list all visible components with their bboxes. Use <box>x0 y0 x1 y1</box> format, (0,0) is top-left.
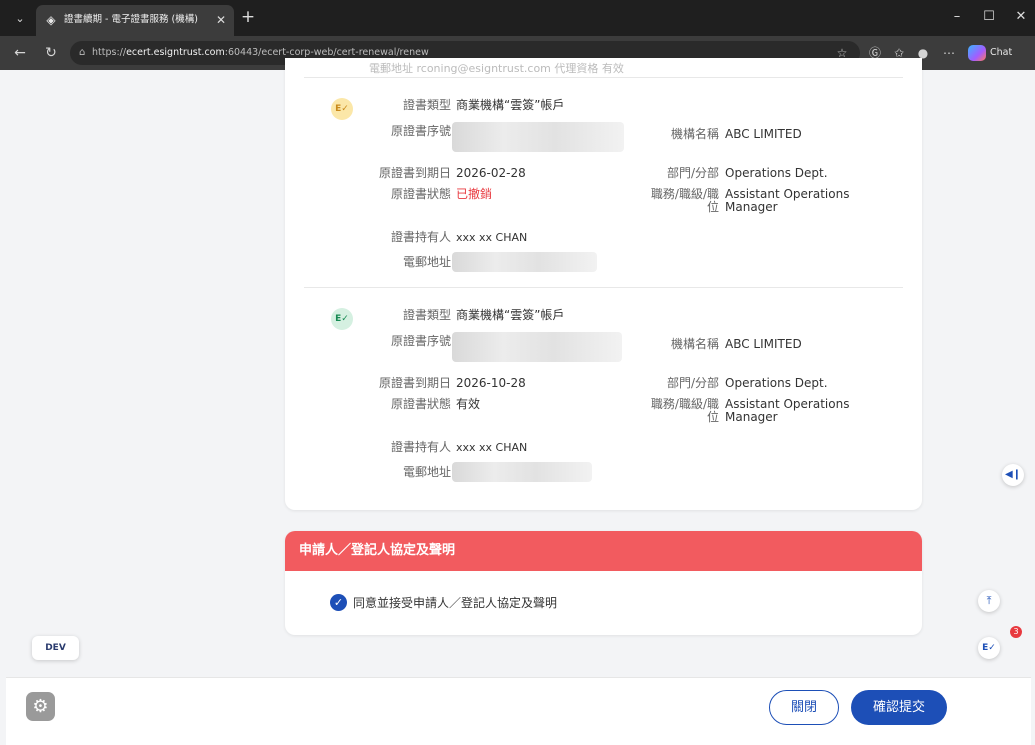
agreement-header: 申請人／登記人協定及聲明 <box>285 531 922 571</box>
confirm-submit-button[interactable]: 確認提交 <box>851 690 947 725</box>
org-label: 機構名稱 <box>670 337 719 351</box>
email-value-blurred <box>452 252 597 272</box>
dept-label: 部門/分部 <box>666 166 719 180</box>
org-label: 機構名稱 <box>670 127 719 141</box>
notification-count-badge: 3 <box>1010 626 1022 638</box>
lock-icon: ⌂ <box>79 47 86 58</box>
collapse-panel-icon[interactable]: ◀❙ <box>1002 464 1024 486</box>
status-value-revoked: 已撤銷 <box>456 187 493 201</box>
expiry-label: 原證書到期日 <box>378 166 451 180</box>
dept-value: Operations Dept. <box>725 376 828 390</box>
org-value: ABC LIMITED <box>725 127 802 141</box>
cert-type-label: 證書類型 <box>402 98 451 112</box>
cert-type-label: 證書類型 <box>402 308 451 322</box>
browser-tab-active[interactable]: ◈ 證書續期 - 電子證書服務 (機構) ✕ <box>36 5 234 36</box>
email-value-blurred <box>452 462 592 482</box>
email-label: 電郵地址 <box>402 255 451 269</box>
serial-label: 原證書序號 <box>390 124 451 138</box>
status-label: 原證書狀態 <box>390 187 451 201</box>
status-label: 原證書狀態 <box>390 397 451 411</box>
close-button[interactable]: 關閉 <box>769 690 839 725</box>
reload-icon[interactable]: ↻ <box>42 44 60 62</box>
browser-tab-bar: ⌄ ◈ 證書續期 - 電子證書服務 (機構) ✕ + – ☐ ✕ <box>0 0 1035 36</box>
dept-label: 部門/分部 <box>666 376 719 390</box>
position-value: Assistant Operations Manager <box>725 397 850 424</box>
cut-off-row: 電郵地址 rconing@esigntrust.com 代理資格 有效 <box>369 62 624 75</box>
minimize-icon[interactable]: – <box>943 5 971 29</box>
tab-title: 證書續期 - 電子證書服務 (機構) <box>64 14 198 25</box>
divider <box>304 77 903 78</box>
certificate-item: E✓ 證書類型 商業機構“雲簽”帳戶 原證書序號 機構名稱 ABC LIMITE… <box>285 308 922 508</box>
back-arrow-icon[interactable]: ← <box>11 44 29 62</box>
maximize-icon[interactable]: ☐ <box>975 5 1003 29</box>
more-menu-icon[interactable]: ⋯ <box>940 45 958 61</box>
certificate-list-card: 電郵地址 rconing@esigntrust.com 代理資格 有效 E✓ 證… <box>285 58 922 510</box>
new-tab-plus-icon[interactable]: + <box>238 7 258 27</box>
org-value: ABC LIMITED <box>725 337 802 351</box>
serial-label: 原證書序號 <box>390 334 451 348</box>
expiry-value: 2026-02-28 <box>456 166 526 180</box>
page-viewport: 電郵地址 rconing@esigntrust.com 代理資格 有效 E✓ 證… <box>6 58 1031 745</box>
chat-button-label[interactable]: Chat <box>990 46 1012 60</box>
agreement-section: 申請人／登記人協定及聲明 ✓ 同意並接受申請人／登記人協定及聲明 <box>285 531 922 635</box>
agreement-title: 申請人／登記人協定及聲明 <box>299 543 456 558</box>
divider <box>304 287 903 288</box>
agreement-checkbox[interactable]: ✓ <box>330 594 347 611</box>
expiry-label: 原證書到期日 <box>378 376 451 390</box>
position-label: 職務/職級/職位 <box>650 187 719 214</box>
footer-action-bar: ⚙ 關閉 確認提交 <box>6 677 1031 745</box>
agreement-checkbox-label[interactable]: 同意並接受申請人／登記人協定及聲明 <box>353 595 557 611</box>
dev-environment-badge: DEV <box>32 636 79 660</box>
close-tab-icon[interactable]: ✕ <box>214 12 228 28</box>
notification-certificate-icon[interactable]: E✓ <box>978 637 1000 659</box>
tab-menu-chevron-down-icon[interactable]: ⌄ <box>9 9 31 29</box>
holder-value: xxx xx CHAN <box>456 231 528 244</box>
serial-value-blurred <box>452 122 624 152</box>
diamond-icon: ◈ <box>46 13 56 27</box>
holder-label: 證書持有人 <box>390 440 451 454</box>
email-label: 電郵地址 <box>402 465 451 479</box>
copilot-icon[interactable] <box>968 45 986 61</box>
position-value: Assistant Operations Manager <box>725 187 850 214</box>
holder-label: 證書持有人 <box>390 230 451 244</box>
cert-type-value: 商業機構“雲簽”帳戶 <box>456 308 565 322</box>
serial-value-blurred <box>452 332 622 362</box>
holder-value: xxx xx CHAN <box>456 441 528 454</box>
certificate-item: E✓ 證書類型 商業機構“雲簽”帳戶 原證書序號 機構名稱 ABC LIMITE… <box>285 98 922 298</box>
close-window-icon[interactable]: ✕ <box>1007 5 1035 29</box>
cert-type-value: 商業機構“雲簽”帳戶 <box>456 98 565 112</box>
scroll-top-icon[interactable]: ⤒ <box>978 590 1000 612</box>
expiry-value: 2026-10-28 <box>456 376 526 390</box>
dept-value: Operations Dept. <box>725 166 828 180</box>
settings-gear-icon[interactable]: ⚙ <box>26 692 55 721</box>
position-label: 職務/職級/職位 <box>650 397 719 424</box>
status-value-valid: 有效 <box>456 397 481 411</box>
